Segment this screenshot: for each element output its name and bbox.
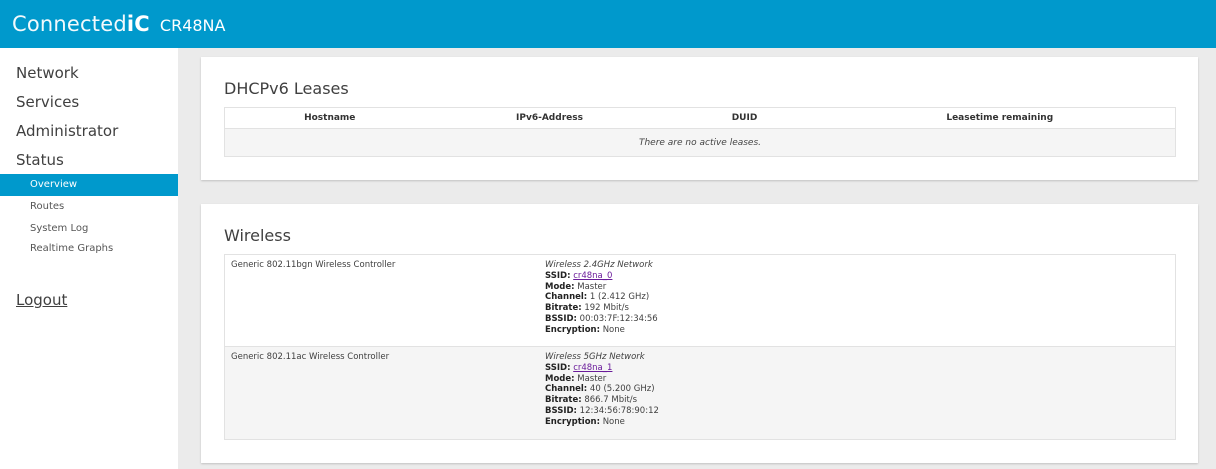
dhcpv6-leases-card: DHCPv6 Leases Hostname IPv6-Address DUID…: [201, 57, 1198, 180]
encryption-label: Encryption:: [545, 324, 600, 335]
encryption-value: None: [602, 416, 625, 427]
network-name: Wireless 5GHz Network: [545, 352, 645, 362]
submenu-realtime-graphs[interactable]: Realtime Graphs: [0, 238, 178, 260]
wireless-title: Wireless: [224, 226, 291, 245]
bssid-label: BSSID:: [545, 313, 577, 324]
bitrate-label: Bitrate:: [545, 303, 582, 314]
brand-text-bold: iC: [126, 12, 150, 36]
wireless-device-row: Generic 802.11ac Wireless Controller Wir…: [224, 346, 1176, 440]
channel-value: 40 (5.200 GHz): [589, 384, 655, 395]
menu-administrator[interactable]: Administrator: [16, 122, 118, 140]
submenu-system-log[interactable]: System Log: [0, 218, 178, 240]
table-row: There are no active leases.: [224, 128, 1176, 157]
brand-logo[interactable]: ConnectediC: [12, 12, 150, 36]
bssid-value: 00:03:7F:12:34:56: [579, 313, 658, 324]
dhcpv6-title: DHCPv6 Leases: [224, 79, 349, 98]
mode-label: Mode:: [545, 281, 575, 292]
wireless-card: Wireless Generic 802.11bgn Wireless Cont…: [201, 204, 1198, 463]
device-model: CR48NA: [159, 15, 226, 35]
bitrate-value: 866.7 Mbit/s: [584, 395, 638, 406]
bitrate-value: 192 Mbit/s: [584, 303, 629, 314]
menu-services[interactable]: Services: [16, 93, 79, 111]
top-header: ConnectediC CR48NA: [0, 0, 1216, 48]
sidebar: Network Services Administrator Status Ov…: [0, 48, 178, 469]
dhcpv6-leases-table: Hostname IPv6-Address DUID Leasetime rem…: [224, 107, 1176, 157]
no-leases-message: There are no active leases.: [224, 128, 1176, 157]
encryption-label: Encryption:: [545, 416, 600, 427]
menu-status[interactable]: Status: [16, 151, 64, 169]
column-duid: DUID: [664, 107, 825, 129]
mode-value: Master: [577, 281, 607, 292]
column-leasetime: Leasetime remaining: [824, 107, 1176, 129]
column-hostname: Hostname: [224, 107, 435, 129]
encryption-value: None: [602, 324, 625, 335]
ssid-link[interactable]: cr48na_1: [573, 363, 612, 373]
table-header-row: Hostname IPv6-Address DUID Leasetime rem…: [224, 107, 1176, 129]
mode-value: Master: [577, 373, 607, 384]
bssid-label: BSSID:: [545, 405, 577, 416]
network-info: Wireless 5GHz Network SSID: cr48na_1 Mod…: [545, 352, 659, 428]
logout-link[interactable]: Logout: [16, 291, 67, 309]
channel-label: Channel:: [545, 292, 588, 303]
bssid-value: 12:34:56:78:90:12: [579, 405, 659, 416]
mode-label: Mode:: [545, 373, 575, 384]
channel-value: 1 (2.412 GHz): [589, 292, 650, 303]
menu-network[interactable]: Network: [16, 64, 79, 82]
column-ipv6-address: IPv6-Address: [434, 107, 665, 129]
bitrate-label: Bitrate:: [545, 395, 582, 406]
ssid-label: SSID:: [545, 362, 571, 373]
ssid-link[interactable]: cr48na_0: [573, 271, 612, 281]
submenu-overview[interactable]: Overview: [0, 174, 178, 196]
brand-text-light: Connected: [12, 12, 127, 36]
controller-name: Generic 802.11bgn Wireless Controller: [231, 260, 396, 270]
channel-label: Channel:: [545, 384, 588, 395]
submenu-routes[interactable]: Routes: [0, 196, 178, 218]
ssid-label: SSID:: [545, 270, 571, 281]
network-name: Wireless 2.4GHz Network: [545, 260, 653, 270]
wireless-device-row: Generic 802.11bgn Wireless Controller Wi…: [224, 254, 1176, 347]
network-info: Wireless 2.4GHz Network SSID: cr48na_0 M…: [545, 260, 658, 336]
controller-name: Generic 802.11ac Wireless Controller: [231, 352, 390, 362]
